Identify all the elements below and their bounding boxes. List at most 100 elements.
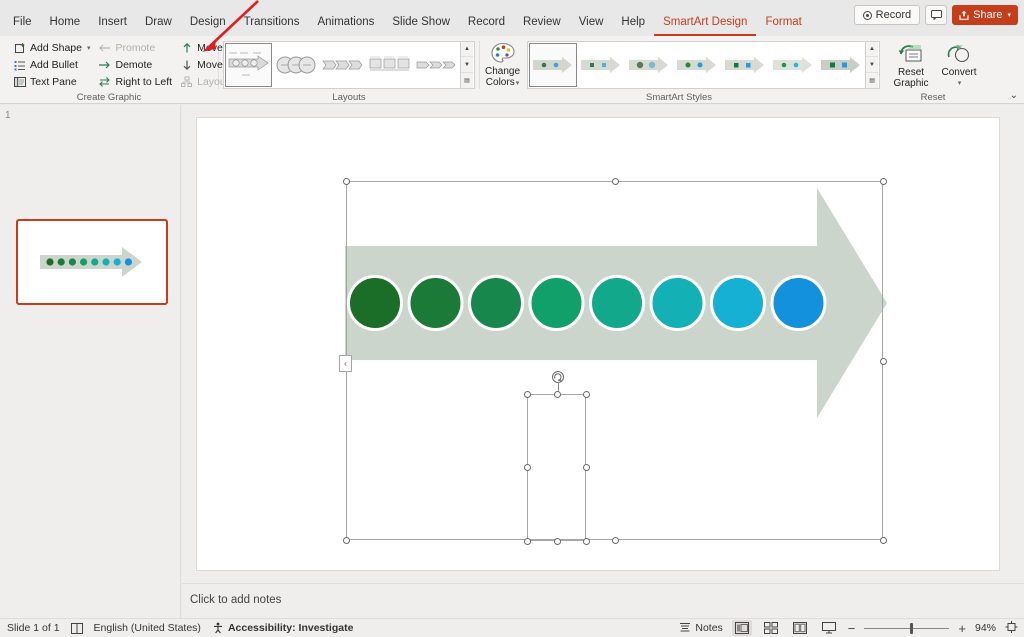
chevron-down-icon[interactable]: ▾ [87, 44, 91, 52]
smartart-more-button[interactable]: ▤ [866, 72, 879, 88]
smartart-selection-frame[interactable] [343, 178, 887, 544]
shape-handle-e[interactable] [583, 464, 590, 471]
add-shape-button[interactable]: Add Shape ▾ [9, 40, 94, 56]
ribbon-tab-help[interactable]: Help [612, 10, 654, 36]
ribbon-tab-format[interactable]: Format [756, 10, 810, 36]
slide-canvas[interactable]: ‹ [197, 118, 999, 570]
ribbon-tab-review[interactable]: Review [514, 10, 570, 36]
ribbon-tab-transitions[interactable]: Transitions [235, 10, 309, 36]
thumbnail-node-1 [46, 258, 54, 266]
reset-group-label: Reset [920, 92, 946, 103]
accessibility-status[interactable]: Accessibility: Investigate [212, 622, 353, 635]
shape-handle-se[interactable] [583, 538, 590, 545]
layout-thumb-0[interactable] [225, 42, 272, 87]
layouts-scroll-down-button[interactable]: ▼ [461, 57, 473, 73]
shape-handle-n[interactable] [554, 391, 561, 398]
reset-graphic-label-1: Reset [897, 66, 925, 78]
notes-button[interactable]: Notes [679, 622, 723, 635]
layout-thumb-3[interactable] [366, 42, 413, 87]
comment-button[interactable] [925, 5, 948, 25]
status-bar-right: Notes − + 94% [679, 620, 1018, 636]
smartart-style-thumb-4[interactable] [721, 42, 770, 87]
view-button-slide-show[interactable] [819, 620, 839, 636]
shape-handle-sw[interactable] [524, 538, 531, 545]
resize-handle-ne[interactable] [880, 178, 887, 185]
collapse-ribbon-button[interactable]: ⌄ [1010, 90, 1018, 101]
ribbon-tab-record[interactable]: Record [459, 10, 514, 36]
change-colors-label-2: Colors▾ [485, 77, 520, 88]
smartart-style-thumb-0[interactable] [529, 42, 578, 87]
resize-handle-n[interactable] [612, 178, 619, 185]
ribbon-tab-view[interactable]: View [570, 10, 613, 36]
ribbon-tab-design[interactable]: Design [181, 10, 235, 36]
view-button-normal[interactable] [731, 620, 752, 636]
promote-label: Promote [115, 41, 156, 54]
layouts-scrollbar[interactable]: ▲ ▼ ▤ [460, 41, 473, 88]
smartart-style-thumb-2[interactable] [625, 42, 674, 87]
slide-count-label[interactable]: Slide 1 of 1 [7, 622, 60, 634]
ribbon-group-reset: Reset Graphic Convert ▾ Reset [879, 36, 987, 104]
zoom-slider-thumb[interactable] [910, 622, 914, 634]
smartart-style-thumb-5[interactable] [769, 42, 818, 87]
layout-thumb-4[interactable] [413, 42, 460, 87]
shape-handle-nw[interactable] [524, 391, 531, 398]
view-button-reading[interactable] [790, 620, 810, 636]
accessibility-label: Accessibility: Investigate [227, 622, 354, 634]
smartart-scroll-down-button[interactable]: ▼ [866, 57, 879, 73]
resize-handle-nw[interactable] [343, 178, 350, 185]
language-label[interactable]: English (United States) [94, 622, 201, 634]
ribbon-tab-file[interactable]: File [4, 10, 41, 36]
layout-thumb-2[interactable] [319, 42, 366, 87]
ribbon-tab-smartart-design[interactable]: SmartArt Design [654, 10, 757, 36]
layouts-more-button[interactable]: ▤ [461, 72, 473, 88]
notes-page-icon[interactable] [70, 622, 83, 634]
record-button[interactable]: Record [853, 5, 921, 25]
smartart-styles-gallery[interactable]: ▲ ▼ ▤ [527, 40, 881, 89]
shape-handle-s[interactable] [554, 538, 561, 545]
text-pane-button[interactable]: Text Pane [9, 74, 94, 90]
shape-handle-ne[interactable] [583, 391, 590, 398]
layouts-gallery[interactable]: ▲ ▼ ▤ [223, 40, 475, 89]
chevron-down-icon[interactable]: ▾ [958, 78, 962, 89]
ribbon-tab-draw[interactable]: Draw [136, 10, 181, 36]
fit-to-window-icon[interactable] [1005, 620, 1018, 636]
ribbon-tab-home[interactable]: Home [41, 10, 90, 36]
layout-thumb-1[interactable] [272, 42, 319, 87]
comment-icon [930, 10, 942, 20]
text-pane-toggle[interactable]: ‹ [339, 355, 352, 372]
shape-handle-w[interactable] [524, 464, 531, 471]
view-button-slide-sorter[interactable] [761, 620, 781, 636]
smartart-style-thumb-3[interactable] [673, 42, 722, 87]
ribbon-tab-insert[interactable]: Insert [89, 10, 136, 36]
convert-button[interactable]: Convert ▾ [935, 41, 983, 89]
ribbon-tab-animations[interactable]: Animations [308, 10, 383, 36]
smartart-scroll-up-button[interactable]: ▲ [866, 41, 879, 58]
ribbon-tab-slide-show[interactable]: Slide Show [383, 10, 459, 36]
change-colors-button[interactable]: Change Colors▾ [484, 40, 521, 89]
smartart-style-thumb-1[interactable] [577, 42, 626, 87]
demote-button[interactable]: Demote [94, 57, 176, 73]
slide-thumbnail-1[interactable] [16, 219, 168, 305]
resize-handle-se[interactable] [880, 537, 887, 544]
ribbon-tab-bar: File Home Insert Draw Design Transitions Anima… [0, 0, 1024, 36]
notes-pane[interactable]: Click to add notes [182, 583, 1024, 618]
layouts-scroll-up-button[interactable]: ▲ [461, 41, 473, 58]
slide-editing-area: ‹ [182, 105, 1024, 583]
zoom-level-label[interactable]: 94% [975, 622, 996, 634]
record-button-label: Record [875, 9, 912, 21]
zoom-slider[interactable] [864, 622, 950, 634]
resize-handle-s[interactable] [612, 537, 619, 544]
zoom-in-button[interactable]: + [958, 621, 966, 636]
share-button[interactable]: Share ▾ [952, 5, 1018, 25]
right-to-left-button[interactable]: Right to Left [94, 74, 176, 90]
smartart-style-thumb-6[interactable] [817, 42, 866, 87]
reset-graphic-button[interactable]: Reset Graphic [887, 41, 935, 89]
zoom-out-button[interactable]: − [848, 621, 856, 636]
shape-selection-frame[interactable] [524, 391, 590, 545]
notes-placeholder: Click to add notes [190, 594, 282, 606]
smartart-styles-scrollbar[interactable]: ▲ ▼ ▤ [865, 41, 879, 88]
resize-handle-e[interactable] [880, 358, 887, 365]
resize-handle-sw[interactable] [343, 537, 350, 544]
add-bullet-button[interactable]: Add Bullet [9, 57, 94, 73]
thumbnail-node-8 [124, 258, 132, 266]
